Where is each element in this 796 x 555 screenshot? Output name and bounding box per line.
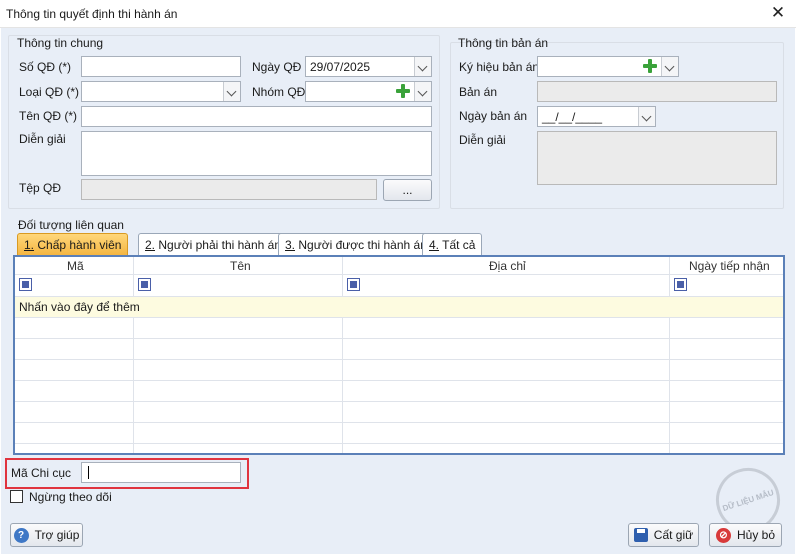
tab-label: Chấp hành viên — [34, 238, 122, 252]
text-cursor — [88, 466, 89, 479]
ngay-ban-an-value: __/__/____ — [542, 110, 603, 124]
ky-hieu-ban-an-select[interactable] — [537, 56, 679, 77]
chevron-down-icon[interactable] — [223, 82, 240, 101]
table-row — [15, 360, 783, 381]
dialog-body: Thông tin chung Số QĐ (*) Ngày QĐ 29/07/… — [1, 28, 795, 554]
so-qd-label: Số QĐ (*) — [19, 60, 72, 74]
ngung-theo-doi-label: Ngừng theo dõi — [29, 490, 112, 504]
nhom-qd-select[interactable] — [305, 81, 432, 102]
ky-hieu-ban-an-label: Ký hiệu bản án — [459, 60, 540, 74]
chevron-down-icon[interactable] — [414, 82, 431, 101]
judgment-dien-giai-field — [537, 131, 777, 185]
browse-label: ... — [402, 183, 413, 197]
so-qd-input[interactable] — [81, 56, 241, 77]
ten-qd-input[interactable] — [81, 106, 432, 127]
column-header-ten[interactable]: Tên — [230, 259, 251, 273]
related-parties-grid[interactable]: Mã Tên Địa chỉ Ngày tiếp nhận Nhấn vào đ… — [13, 255, 785, 455]
tab-number: 2. — [145, 238, 156, 252]
close-icon[interactable]: ✕ — [766, 3, 790, 23]
table-row — [15, 381, 783, 402]
ma-chi-cuc-input[interactable] — [81, 462, 241, 483]
filter-icon[interactable] — [347, 278, 360, 291]
filter-row — [15, 275, 783, 297]
grid-header: Mã Tên Địa chỉ Ngày tiếp nhận — [15, 257, 783, 275]
ban-an-label: Bản án — [459, 85, 498, 99]
cancel-label: Hủy bỏ — [736, 528, 776, 542]
title-bar: Thông tin quyết định thi hành án ✕ — [0, 0, 796, 28]
table-row — [15, 402, 783, 423]
ngay-ban-an-label: Ngày bản án — [459, 109, 528, 123]
filter-icon[interactable] — [138, 278, 151, 291]
tab-label: Người phải thi hành án — [155, 238, 281, 252]
chevron-down-icon[interactable] — [414, 57, 431, 76]
help-button[interactable]: ? Trợ giúp — [10, 523, 83, 547]
loai-qd-label: Loại QĐ (*) — [19, 85, 80, 99]
tep-qd-label: Tệp QĐ — [19, 181, 62, 195]
floppy-disk-icon — [633, 528, 648, 542]
general-info-title: Thông tin chung — [17, 36, 104, 50]
ban-an-field — [537, 81, 777, 102]
ten-qd-label: Tên QĐ (*) — [19, 109, 78, 123]
judgment-info-title: Thông tin bản án — [458, 36, 549, 50]
tab-label: Tất cả — [439, 238, 476, 252]
add-icon[interactable] — [642, 58, 658, 74]
tab-label: Người được thi hành án — [295, 238, 427, 252]
tab-number: 1. — [24, 238, 35, 252]
chevron-down-icon[interactable] — [638, 107, 655, 126]
column-header-dia-chi[interactable]: Địa chỉ — [489, 259, 526, 273]
ngung-theo-doi-checkbox[interactable] — [10, 490, 23, 503]
watermark-text: DỮ LIỆU MẪU — [721, 487, 775, 513]
tab-number: 3. — [285, 238, 296, 252]
column-header-ngay-tiep-nhan[interactable]: Ngày tiếp nhận — [689, 259, 770, 273]
tep-qd-path — [81, 179, 377, 200]
ma-chi-cuc-label: Mã Chi cục — [11, 466, 72, 480]
tab-nguoi-duoc-thi-hanh-an[interactable]: 3. Người được thi hành án — [278, 233, 434, 255]
window-title: Thông tin quyết định thi hành án — [6, 7, 178, 21]
cancel-button[interactable]: ⊘ Hủy bỏ — [709, 523, 782, 547]
table-row — [15, 339, 783, 360]
nhom-qd-label: Nhóm QĐ — [252, 85, 306, 99]
tab-nguoi-phai-thi-hanh-an[interactable]: 2. Người phải thi hành án — [138, 233, 288, 255]
ngay-ban-an-picker[interactable]: __/__/____ — [537, 106, 656, 127]
save-button[interactable]: Cất giữ — [628, 523, 699, 547]
cancel-icon: ⊘ — [715, 527, 731, 543]
dien-giai-label: Diễn giải — [19, 132, 66, 146]
save-label: Cất giữ — [653, 528, 694, 542]
tab-chap-hanh-vien[interactable]: 1. Chấp hành viên — [17, 233, 129, 255]
loai-qd-select[interactable] — [81, 81, 241, 102]
help-label: Trợ giúp — [34, 528, 80, 542]
filter-icon[interactable] — [674, 278, 687, 291]
judgment-dien-giai-label: Diễn giải — [459, 133, 506, 147]
new-row-prompt[interactable]: Nhấn vào đây để thêm — [15, 297, 783, 318]
related-parties-title: Đối tượng liên quan — [18, 218, 124, 232]
table-row — [15, 318, 783, 339]
add-icon[interactable] — [395, 83, 411, 99]
dien-giai-textarea[interactable] — [81, 131, 432, 176]
tab-number: 4. — [429, 238, 440, 252]
table-row — [15, 423, 783, 444]
new-row-text: Nhấn vào đây để thêm — [19, 300, 140, 314]
ngay-qd-picker[interactable]: 29/07/2025 — [305, 56, 432, 77]
ngay-qd-label: Ngày QĐ — [252, 60, 302, 74]
browse-button[interactable]: ... — [383, 179, 432, 201]
filter-icon[interactable] — [19, 278, 32, 291]
help-icon: ? — [13, 527, 29, 543]
chevron-down-icon[interactable] — [661, 57, 678, 76]
ngay-qd-value: 29/07/2025 — [310, 60, 371, 74]
tab-tat-ca[interactable]: 4. Tất cả — [422, 233, 483, 255]
column-header-ma[interactable]: Mã — [67, 259, 84, 273]
